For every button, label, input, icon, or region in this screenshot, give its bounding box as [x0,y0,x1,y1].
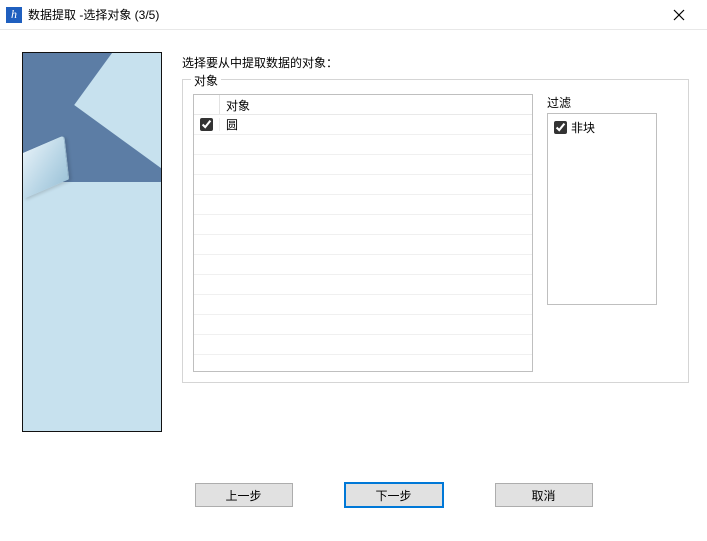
filter-item-label: 非块 [571,119,595,136]
close-button[interactable] [659,1,699,29]
close-icon [673,9,685,21]
filter-item[interactable]: 非块 [554,118,650,136]
table-row [194,155,532,175]
table-row [194,235,532,255]
title-bar: h 数据提取 -选择对象 (3/5) [0,0,707,30]
table-row[interactable]: 圆 [194,115,532,135]
objects-table[interactable]: 对象 圆 [193,94,533,372]
objects-column-header: 对象 [220,95,532,114]
window-title: 数据提取 -选择对象 (3/5) [28,6,159,23]
table-row [194,355,532,371]
table-row [194,315,532,335]
object-row-name: 圆 [220,116,532,133]
table-row [194,275,532,295]
table-row [194,135,532,155]
next-button[interactable]: 下一步 [345,483,443,507]
table-row [194,175,532,195]
back-button[interactable]: 上一步 [195,483,293,507]
table-row [194,335,532,355]
filter-list[interactable]: 非块 [547,113,657,305]
wizard-preview-image [22,52,162,432]
table-row [194,295,532,315]
table-row [194,215,532,235]
filter-group-label: 过滤 [547,94,657,111]
objects-table-header: 对象 [194,95,532,115]
cancel-button[interactable]: 取消 [495,483,593,507]
wizard-buttons: 上一步 下一步 取消 [80,475,707,521]
filter-checkbox[interactable] [554,121,567,134]
instruction-text: 选择要从中提取数据的对象： [182,54,689,71]
app-icon: h [6,7,22,23]
object-row-checkbox[interactable] [200,118,213,131]
objects-group-label: 对象 [191,72,221,89]
objects-group: 对象 对象 圆 过滤 非块 [182,79,689,383]
table-row [194,195,532,215]
table-row [194,255,532,275]
